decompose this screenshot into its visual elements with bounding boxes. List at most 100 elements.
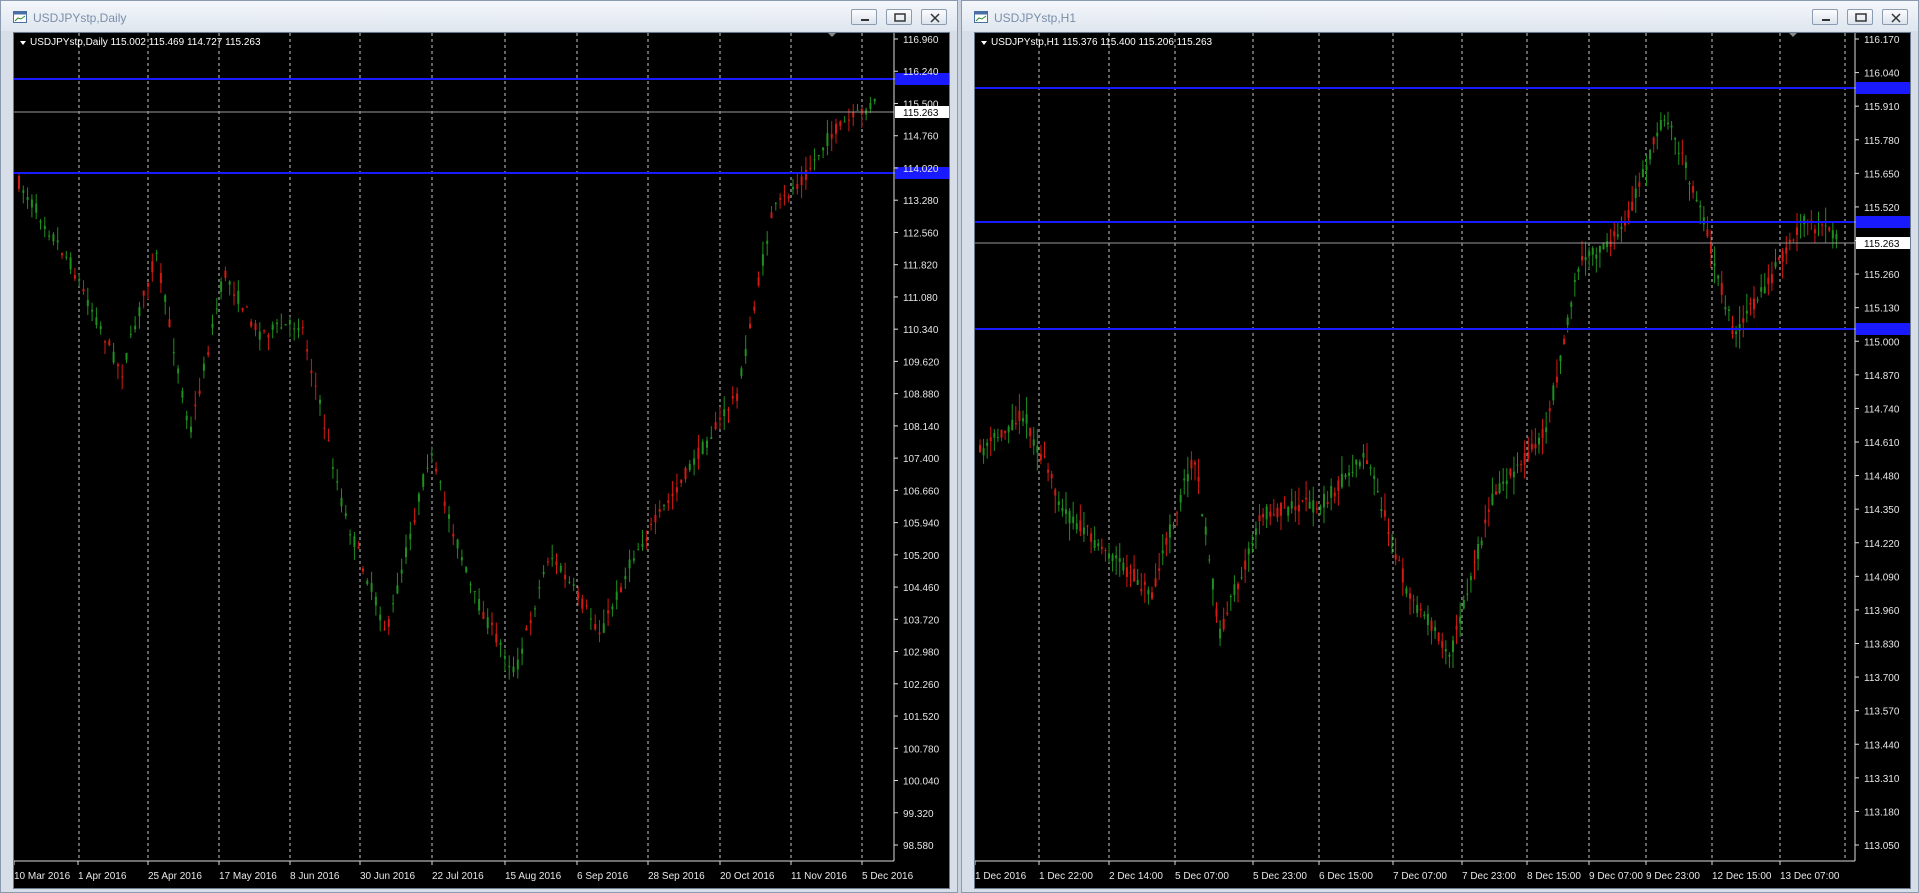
candle-body xyxy=(379,614,382,621)
candle-body xyxy=(1122,562,1125,571)
candle-body xyxy=(1469,576,1472,581)
price-label: 108.880 xyxy=(903,390,940,401)
price-label: 111.080 xyxy=(903,293,938,304)
candle-body xyxy=(1591,248,1594,255)
candle-body xyxy=(1118,558,1121,562)
candle-body xyxy=(172,352,175,354)
candle-body xyxy=(787,196,790,199)
candle-body xyxy=(516,659,519,670)
candle-body xyxy=(1222,618,1225,630)
candle-body xyxy=(671,493,674,497)
price-label: 114.350 xyxy=(1864,505,1900,516)
candle-body xyxy=(370,583,373,592)
candle-body xyxy=(1792,239,1795,241)
candle-body xyxy=(30,199,33,208)
restore-button[interactable] xyxy=(1847,9,1873,25)
level-label xyxy=(1856,216,1910,228)
candle-body xyxy=(766,240,769,244)
candle-body xyxy=(645,538,648,541)
candle-body xyxy=(1251,543,1254,545)
current-price-label: 115.263 xyxy=(1864,239,1900,250)
candle-body xyxy=(663,505,665,507)
price-label: 111.820 xyxy=(903,261,938,272)
candle-body xyxy=(198,390,201,394)
candle-body xyxy=(658,508,661,512)
price-label: 110.340 xyxy=(903,325,939,336)
candle-body xyxy=(1387,532,1390,535)
window-titlebar[interactable]: USDJPYstp,H1 xyxy=(962,1,1918,31)
candle-body xyxy=(1426,613,1429,626)
candle-body xyxy=(1495,491,1497,495)
candle-body xyxy=(1240,577,1243,579)
candle-body xyxy=(1559,355,1562,362)
candle-body xyxy=(1423,614,1426,617)
candle-body xyxy=(1333,492,1336,497)
candle-body xyxy=(1025,414,1028,424)
candle-body xyxy=(69,257,72,270)
window-titlebar[interactable]: USDJPYstp,Daily xyxy=(1,1,957,31)
candle-body xyxy=(1462,599,1465,609)
h1-candle-chart[interactable]: 116.170 116.040 115.910 115.780 115.650 115.5… xyxy=(975,33,1910,888)
price-label: 115.650 xyxy=(1864,169,1900,180)
candle-body xyxy=(1158,568,1161,571)
candle-body xyxy=(822,147,825,151)
minimize-icon xyxy=(1822,19,1830,21)
price-label: 114.760 xyxy=(903,132,939,143)
candle-body xyxy=(194,404,197,407)
time-label: 5 Dec 23:00 xyxy=(1253,871,1307,882)
candle-body xyxy=(293,328,296,330)
candle-body xyxy=(1140,589,1143,592)
candle-body xyxy=(792,187,794,190)
candle-body xyxy=(551,557,554,559)
candle-body xyxy=(61,253,63,256)
candle-body xyxy=(1297,504,1300,512)
candle-body xyxy=(1555,376,1558,383)
close-button[interactable] xyxy=(1882,9,1908,25)
candle-body xyxy=(435,468,438,472)
candle-body xyxy=(1383,510,1386,517)
price-label: 115.520 xyxy=(1864,203,1900,214)
time-label: 11 Nov 2016 xyxy=(791,871,847,882)
close-button[interactable] xyxy=(921,9,947,25)
restore-button[interactable] xyxy=(886,9,912,25)
dropdown-triangle-icon xyxy=(981,41,987,45)
candle-body xyxy=(1308,501,1311,509)
price-label: 113.570 xyxy=(1864,707,1900,718)
candle-body xyxy=(680,479,683,483)
candle-body xyxy=(1727,309,1730,311)
candle-body xyxy=(1143,581,1146,585)
price-label: 103.720 xyxy=(903,615,940,626)
candle-body xyxy=(400,569,403,574)
daily-candle-chart[interactable]: 116.960116.240115.500114.760114.020113.2… xyxy=(14,33,949,888)
candle-body xyxy=(1072,516,1075,524)
candle-body xyxy=(1197,476,1200,482)
candle-body xyxy=(245,306,248,308)
daily-chart-area[interactable]: 116.960 116.240 115.500 114.760 114.020 113.2… xyxy=(13,32,950,889)
candle-body xyxy=(1204,526,1207,535)
candle-body xyxy=(104,341,106,343)
candle-body xyxy=(508,665,511,667)
candle-body xyxy=(1753,298,1755,310)
minimize-button[interactable] xyxy=(1812,9,1838,25)
minimize-button[interactable] xyxy=(851,9,877,25)
time-label: 9 Dec 23:00 xyxy=(1646,871,1700,882)
price-label: 116.960 xyxy=(903,35,939,46)
candle-body xyxy=(1376,490,1379,492)
candle-body xyxy=(1366,460,1368,464)
candle-body xyxy=(1326,501,1329,505)
h1-chart-area[interactable]: 116.170 116.040 115.910 115.780 115.650 115.5… xyxy=(974,32,1911,889)
candle-body xyxy=(263,330,266,332)
close-icon xyxy=(1891,13,1901,23)
time-label: 7 Dec 23:00 xyxy=(1462,871,1516,882)
candle-body xyxy=(783,194,786,196)
price-label: 114.020 xyxy=(903,164,939,175)
candle-body xyxy=(1294,506,1297,511)
candle-body xyxy=(374,596,377,606)
candle-body xyxy=(1215,608,1218,617)
candle-body xyxy=(1416,604,1419,613)
candle-body xyxy=(465,567,468,573)
price-label: 114.480 xyxy=(1864,472,1900,483)
candle-body xyxy=(1796,227,1798,235)
price-label: 113.960 xyxy=(1864,606,1900,617)
candle-body xyxy=(568,581,571,583)
